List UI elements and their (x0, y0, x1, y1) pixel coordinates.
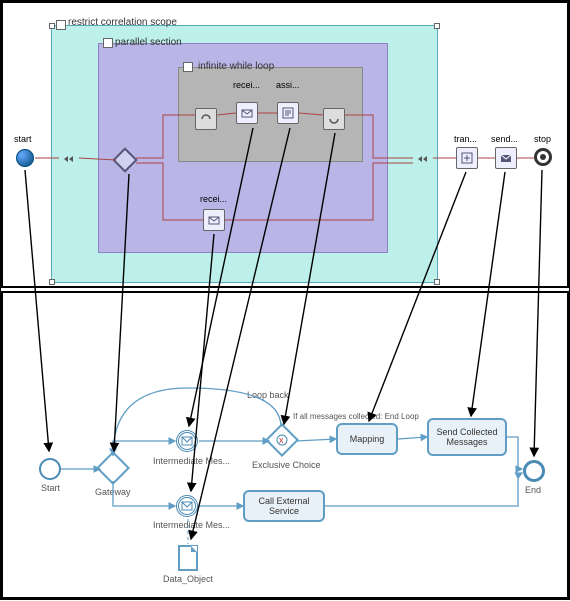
loop-back-label: Loop back (247, 390, 289, 400)
bpmn-intermediate-msg-1[interactable] (176, 430, 198, 452)
task-label: Send Collected Messages (435, 427, 499, 447)
receive-icon (207, 213, 221, 227)
assign-icon (281, 106, 295, 120)
receive1-label: recei... (233, 80, 260, 90)
resize-handle[interactable] (49, 23, 55, 29)
scope-while-label: infinite while loop (198, 61, 274, 72)
bpmn-gateway[interactable] (96, 451, 130, 485)
bpmn-data-object[interactable] (178, 545, 198, 571)
bpmn-start-event[interactable] (39, 458, 61, 480)
bpmn-excl-label: Exclusive Choice (252, 460, 321, 470)
svg-text:x: x (279, 435, 284, 445)
task-label: Mapping (350, 434, 385, 444)
entry-connector (59, 148, 81, 170)
scope-icon (183, 62, 193, 72)
transform-label: tran... (454, 134, 477, 144)
resize-handle[interactable] (49, 279, 55, 285)
stop-label: stop (534, 134, 551, 144)
bpmn-task-send-collected[interactable]: Send Collected Messages (427, 418, 507, 456)
resize-handle[interactable] (434, 279, 440, 285)
bpmn-gateway-label: Gateway (95, 487, 131, 497)
bpel-start-node[interactable] (16, 149, 34, 167)
bpel-panel: restrict correlation scope parallel sect… (1, 1, 569, 288)
bpmn-start-label: Start (41, 483, 60, 493)
scope-icon (56, 20, 66, 30)
bpel-send[interactable] (495, 147, 517, 169)
transform-icon (460, 151, 474, 165)
send-icon (499, 151, 513, 165)
exit-connector (413, 148, 435, 170)
bpmn-end-label: End (525, 485, 541, 495)
envelope-icon (180, 499, 194, 513)
diagram-container: restrict correlation scope parallel sect… (0, 0, 570, 600)
bpel-receive-2[interactable] (203, 209, 225, 231)
loop-end-icon (327, 112, 341, 126)
bpel-receive-1[interactable] (236, 102, 258, 124)
bpmn-data-label: Data_Object (163, 574, 213, 584)
bpmn-intermediate-msg-2[interactable] (176, 495, 198, 517)
bpel-transform[interactable] (456, 147, 478, 169)
bpel-assign[interactable] (277, 102, 299, 124)
envelope-icon (180, 434, 194, 448)
connector-icon (63, 152, 77, 166)
bpmn-end-event[interactable] (523, 460, 545, 482)
x-circle-icon: x (275, 433, 289, 447)
bpel-stop-node[interactable] (534, 148, 552, 166)
condition-label: If all messages collected: End Loop (293, 412, 419, 421)
scope-parallel-label: parallel section (115, 37, 182, 48)
bpmn-task-call-external[interactable]: Call External Service (243, 490, 325, 522)
bpmn-intmsg2-label: Intermediate Mes... (153, 520, 230, 530)
scope-icon (103, 38, 113, 48)
start-label: start (14, 134, 32, 144)
scope-correlation-label: restrict correlation scope (68, 17, 177, 28)
receive2-label: recei... (200, 194, 227, 204)
task-label: Call External Service (251, 496, 317, 516)
receive-icon (240, 106, 254, 120)
assign-label: assi... (276, 80, 300, 90)
resize-handle[interactable] (434, 23, 440, 29)
connector-icon (417, 152, 431, 166)
bpmn-panel: Start Gateway Intermediate Mes... Interm… (1, 291, 569, 599)
bpmn-exclusive-choice[interactable]: x (265, 423, 299, 457)
loop-icon (199, 112, 213, 126)
bpel-flow-exit[interactable] (323, 108, 345, 130)
bpmn-intmsg1-label: Intermediate Mes... (153, 456, 230, 466)
bpmn-task-mapping[interactable]: Mapping (336, 423, 398, 455)
bpel-flow-entry[interactable] (195, 108, 217, 130)
send-label: send... (491, 134, 518, 144)
